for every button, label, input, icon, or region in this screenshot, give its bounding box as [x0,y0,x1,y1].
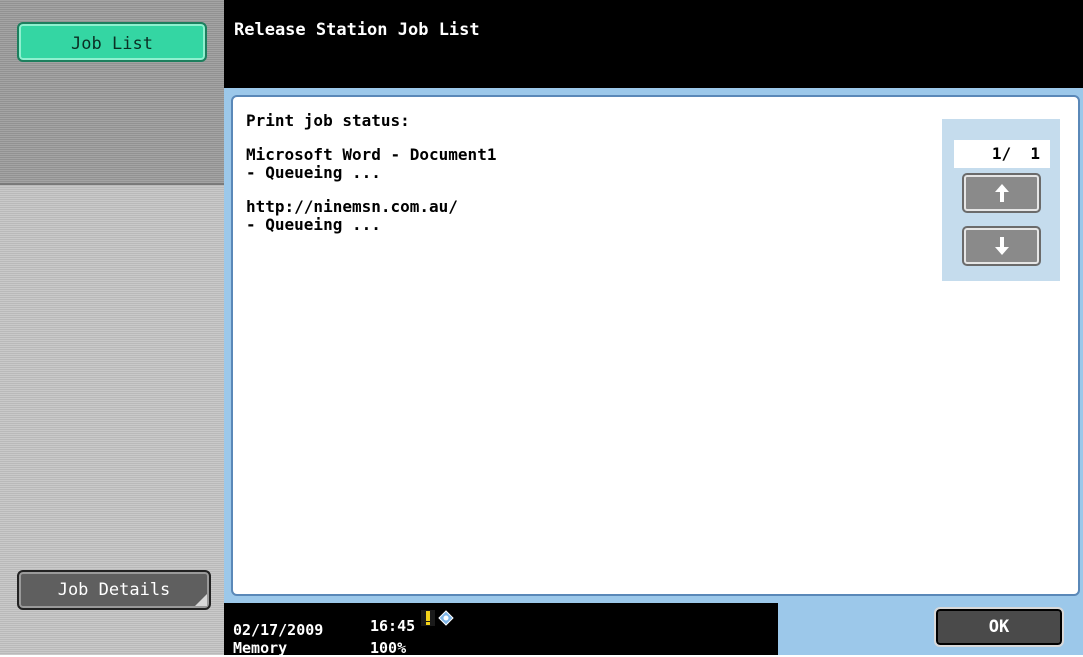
page-title: Release Station Job List [234,20,480,40]
memory-label: Memory [233,639,288,657]
scroll-down-button[interactable] [962,226,1041,266]
job-details-label: Job Details [57,580,171,600]
date-display: 02/17/2009 [233,621,324,639]
header-bar: Release Station Job List [224,0,1083,88]
warning-icon [421,610,435,630]
network-icon [437,610,455,630]
status-icons [421,610,455,630]
job-details-button[interactable]: Job Details [17,570,211,610]
memory-value: 100% [370,639,407,657]
page-count: 1/ 1 [954,140,1050,168]
job-name: Microsoft Word - Document1 [246,145,497,164]
arrow-down-icon [994,237,1009,255]
job-list-button[interactable]: Job List [17,22,207,62]
arrow-up-icon [994,184,1009,202]
job-name: http://ninemsn.com.au/ [246,197,458,216]
ok-button[interactable]: OK [934,607,1064,647]
job-status: - Queueing ... [246,163,381,182]
job-status: - Queueing ... [246,215,381,234]
status-heading: Print job status: [246,111,410,130]
job-status-text: Print job status: Microsoft Word - Docum… [246,112,496,234]
corner-triangle-icon [195,594,207,606]
status-bar: 02/17/2009 16:45 Memory 100% [224,603,778,657]
scroll-up-button[interactable] [962,173,1041,213]
page-scroller: 1/ 1 [942,119,1060,281]
time-display: 16:45 [370,617,416,635]
sidebar: Job List Job Details [0,0,224,655]
